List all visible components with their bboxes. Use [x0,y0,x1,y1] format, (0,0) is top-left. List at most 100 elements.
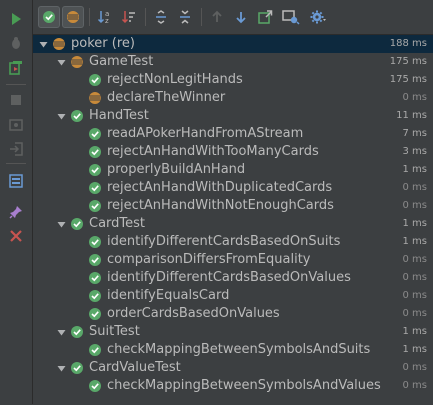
expand-all-button[interactable] [150,6,172,28]
test-name: SuitTest [89,324,140,339]
ignored-icon [71,56,83,68]
stop-button[interactable] [6,90,26,110]
test-name: declareTheWinner [107,90,226,105]
next-failed-button[interactable] [230,6,252,28]
tree-node-test[interactable]: identifyDifferentCardsBasedOnValues 0 ms [33,269,433,287]
test-duration: 175 ms [389,56,427,67]
sort-by-duration-button[interactable] [118,6,140,28]
test-name: HandTest [89,108,149,123]
left-toolbar [0,0,33,404]
tree-node-test[interactable]: properlyBuildAnHand 1 ms [33,161,433,179]
expand-toggle[interactable] [55,323,67,341]
test-duration: 7 ms [402,128,428,139]
dump-threads-button[interactable] [6,115,26,135]
test-duration: 0 ms [402,254,428,265]
test-duration: 3 ms [402,146,428,157]
expand-toggle[interactable] [55,359,67,377]
test-duration: 1 ms [402,326,428,337]
passed-icon [89,200,101,212]
test-name: GameTest [89,54,154,69]
run-button[interactable] [6,9,26,29]
exit-icon [10,142,23,156]
test-duration: 1 ms [402,218,428,229]
tree-node-suite[interactable]: GameTest 175 ms [33,53,433,71]
expanded-arrow-icon [57,113,65,119]
test-name: rejectAnHandWithTooManyCards [107,144,319,159]
debug-icon [12,37,20,49]
tree-node-test[interactable]: comparisonDiffersFromEquality 0 ms [33,251,433,269]
sort-alphabetically-icon: az [97,10,109,25]
next-failed-icon [236,12,246,24]
test-duration: 0 ms [402,182,428,193]
test-duration: 0 ms [402,272,428,283]
test-name: rejectAnHandWithNotEnoughCards [107,198,334,213]
test-name: checkMappingBetweenSymbolsAndSuits [107,342,371,357]
test-name: identifyDifferentCardsBasedOnSuits [107,234,341,249]
passed-icon [89,182,101,194]
tree-node-test[interactable]: rejectAnHandWithNotEnoughCards 0 ms [33,197,433,215]
test-results-tree: poker (re) 188 ms GameTest 175 ms rejectNonL… [33,34,433,405]
test-duration: 188 ms [389,38,427,49]
tree-node-test[interactable]: identifyEqualsCard 0 ms [33,287,433,305]
show-ignored-icon [67,11,79,23]
layout-button[interactable] [6,171,26,191]
pin-button[interactable] [6,202,26,222]
expand-toggle[interactable] [37,35,49,53]
tree-node-test[interactable]: rejectAnHandWithTooManyCards 3 ms [33,143,433,161]
svg-text:z: z [105,17,109,25]
test-duration: 1 ms [402,344,428,355]
settings-button[interactable] [307,6,329,28]
test-name: rejectAnHandWithDuplicatedCards [107,180,333,195]
tree-node-suite[interactable]: CardTest 1 ms [33,215,433,233]
expand-toggle[interactable] [55,53,67,71]
test-name: properlyBuildAnHand [107,162,246,177]
tree-node-suite[interactable]: SuitTest 1 ms [33,323,433,341]
layout-icon [9,174,23,188]
tree-node-test[interactable]: checkMappingBetweenSymbolsAndSuits 1 ms [33,341,433,359]
debug-button[interactable] [6,33,26,53]
run-icon [12,13,21,25]
import-tests-button[interactable] [280,6,302,28]
exit-button[interactable] [6,139,26,159]
test-name: comparisonDiffersFromEquality [107,252,311,267]
sort-alphabetically-button[interactable]: az [94,6,116,28]
show-ignored-button[interactable] [62,6,84,28]
collapse-all-button[interactable] [174,6,196,28]
toolbar-separator [145,8,146,26]
expand-toggle[interactable] [55,107,67,125]
export-results-button[interactable] [254,6,276,28]
rerun-failed-button[interactable] [6,58,26,78]
passed-icon [89,146,101,158]
expand-toggle[interactable] [55,215,67,233]
tree-node-test[interactable]: orderCardsBasedOnValues 0 ms [33,305,433,323]
tree-node-suite[interactable]: poker (re) 188 ms [33,35,433,53]
previous-failed-icon [212,10,222,22]
tree-node-suite[interactable]: CardValueTest 0 ms [33,359,433,377]
passed-icon [71,362,83,374]
expanded-arrow-icon [57,59,65,65]
test-duration: 11 ms [396,110,427,121]
tree-node-suite[interactable]: HandTest 11 ms [33,107,433,125]
test-name: checkMappingBetweenSymbolsAndValues [107,378,381,393]
close-icon [10,230,22,242]
passed-icon [89,272,101,284]
passed-icon [71,326,83,338]
test-runner-window: az poker (re) 188 ms GameTest 175 ms rej… [0,0,433,405]
passed-icon [89,308,101,320]
top-toolbar: az [33,0,433,34]
show-passed-icon [43,11,55,23]
test-name: identifyDifferentCardsBasedOnValues [107,270,351,285]
tree-node-test[interactable]: rejectAnHandWithDuplicatedCards 0 ms [33,179,433,197]
tree-node-test[interactable]: checkMappingBetweenSymbolsAndValues 0 ms [33,377,433,395]
passed-icon [71,218,83,230]
tree-node-test[interactable]: rejectNonLegitHands 175 ms [33,71,433,89]
tree-node-test[interactable]: identifyDifferentCardsBasedOnSuits 1 ms [33,233,433,251]
tree-node-test[interactable]: declareTheWinner 0 ms [33,89,433,107]
test-duration: 0 ms [402,362,428,373]
expand-all-icon [156,10,166,24]
previous-failed-button[interactable] [206,6,228,28]
passed-icon [89,74,101,86]
close-button[interactable] [6,226,26,246]
tree-node-test[interactable]: readAPokerHandFromAStream 7 ms [33,125,433,143]
show-passed-button[interactable] [38,6,60,28]
